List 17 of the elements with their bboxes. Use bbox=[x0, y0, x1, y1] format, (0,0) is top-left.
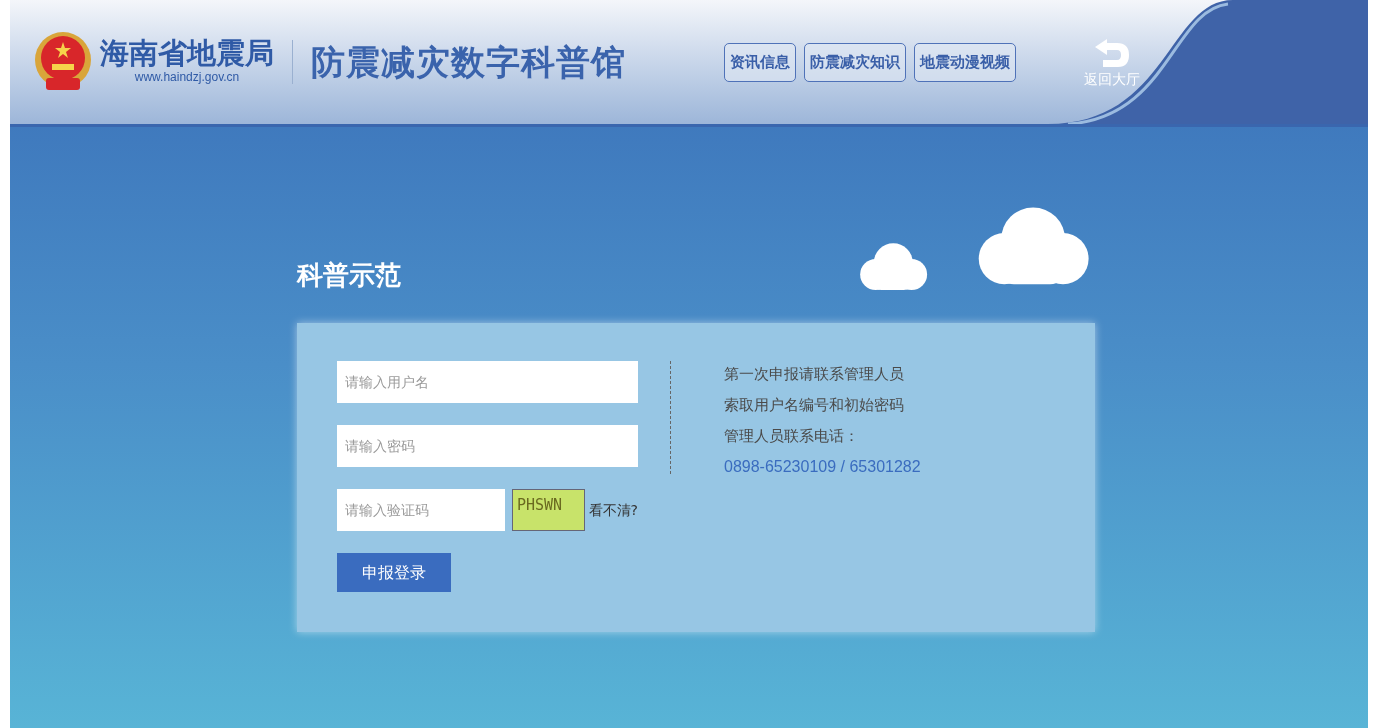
refresh-captcha-link[interactable]: 看不清? bbox=[588, 499, 638, 521]
captcha-image: PHSWN bbox=[512, 489, 585, 531]
password-field[interactable]: 请输入密码 bbox=[337, 425, 638, 467]
section-title: 科普示范 bbox=[297, 259, 401, 292]
org-name: 海南省地震局 bbox=[100, 38, 274, 68]
username-field[interactable]: 请输入用户名 bbox=[337, 361, 638, 403]
phone-number: 0898-65230109 / 65301282 bbox=[724, 457, 921, 477]
org-url: www.haindzj.gov.cn bbox=[134, 68, 240, 86]
site-title: 防震减灾数字科普馆 bbox=[311, 40, 626, 84]
submit-button[interactable]: 申报登录 bbox=[337, 553, 451, 592]
captcha-field[interactable]: 请输入验证码 bbox=[337, 489, 505, 531]
info-text: 索取用户名编号和初始密码 bbox=[724, 395, 905, 416]
nav-button[interactable]: 防震减灾知识 bbox=[804, 42, 906, 82]
info-text: 管理人员联系电话： bbox=[724, 426, 860, 447]
info-text: 第一次申报请联系管理人员 bbox=[724, 364, 905, 385]
nav-button[interactable]: 地震动漫视频 bbox=[914, 42, 1016, 82]
nav-button[interactable]: 资讯信息 bbox=[724, 42, 796, 82]
